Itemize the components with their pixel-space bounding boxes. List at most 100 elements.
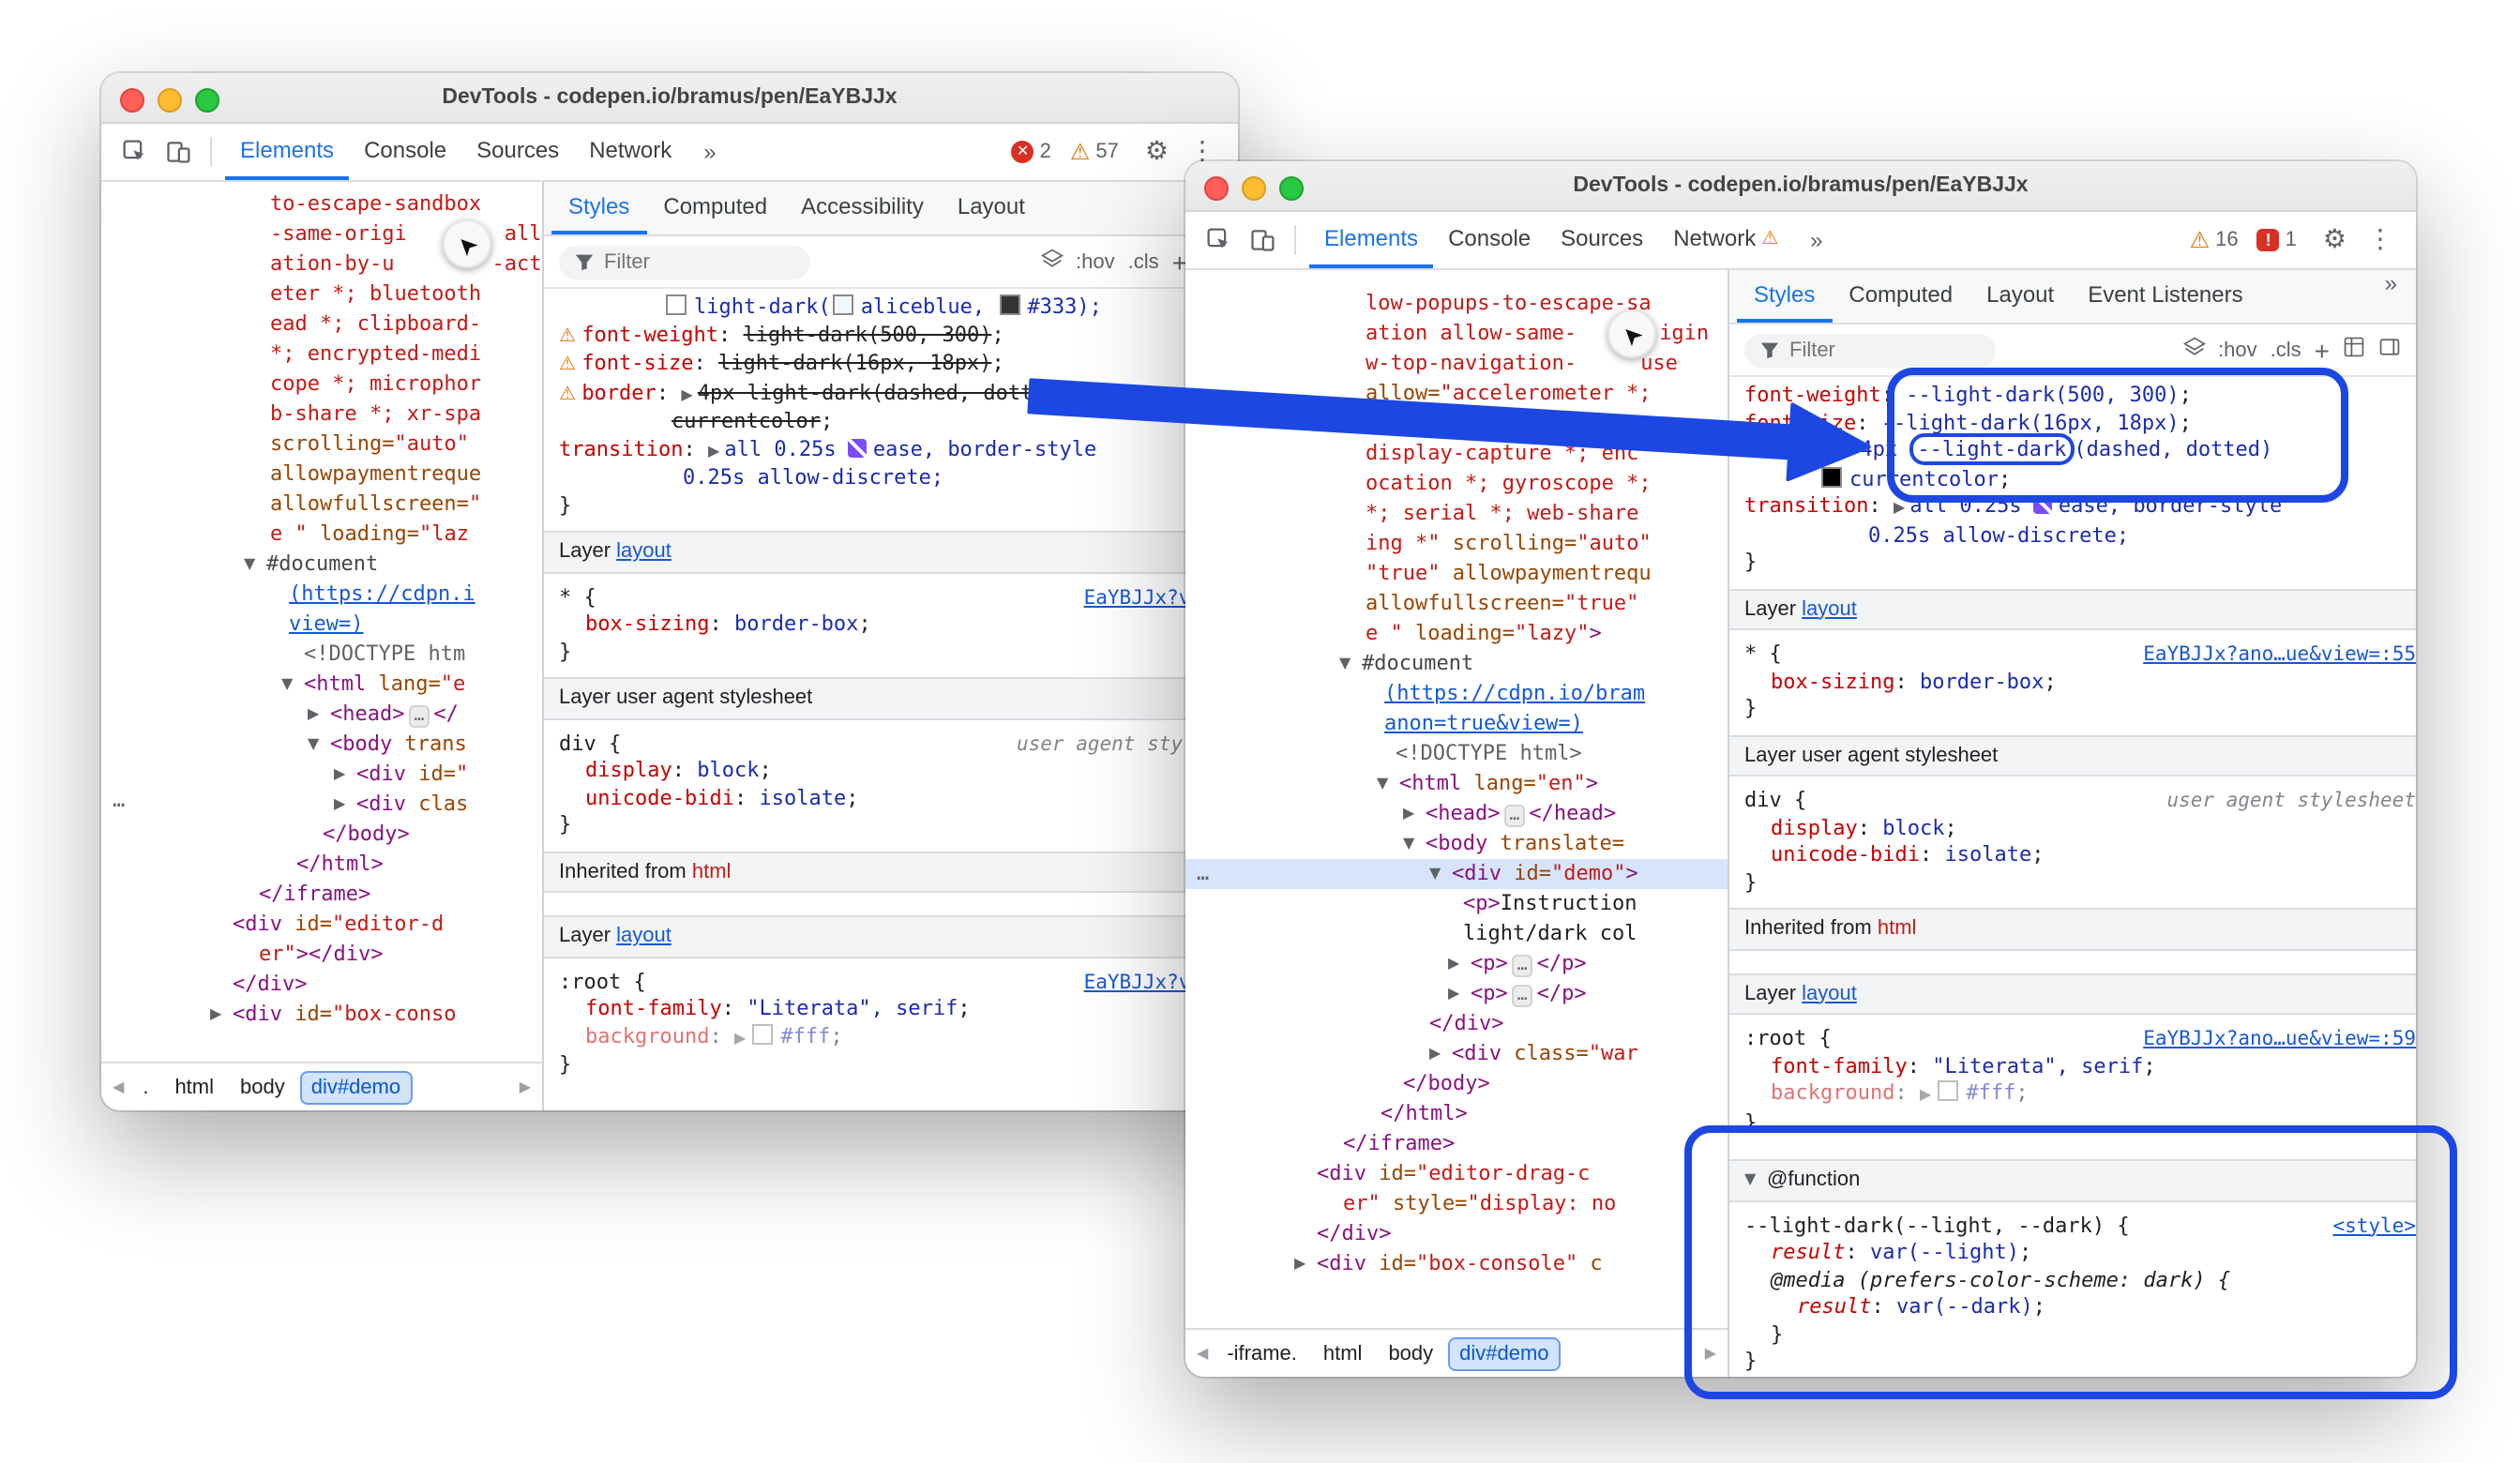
issues-badge[interactable]: ! 1 (2257, 229, 2297, 251)
code-line[interactable]: er"></div> (101, 940, 542, 970)
zoom-button[interactable] (195, 87, 219, 112)
stylesheet-source-link[interactable]: <style> (2332, 1213, 2416, 1240)
code-line[interactable]: <!DOCTYPE html> (1185, 739, 1728, 769)
code-line[interactable]: b-share *; xr-spa (101, 400, 542, 430)
inherited-node-link[interactable]: html (1878, 917, 1917, 940)
styles-filter[interactable] (1744, 333, 1996, 367)
code-line[interactable]: transition: ▶ all 0.25s ease, border-sty… (1729, 493, 2416, 522)
code-line[interactable]: <p>Instruction (1185, 889, 1728, 919)
tab-accessibility[interactable]: Accessibility (784, 182, 941, 234)
code-line[interactable]: </div> (1185, 1219, 1728, 1249)
layer-link[interactable]: layout (616, 925, 671, 947)
code-line[interactable]: display-capture *; enc (1185, 439, 1728, 469)
code-line[interactable]: </body> (1185, 1069, 1728, 1099)
code-line[interactable]: background: ▶ #fff; (1729, 1080, 2416, 1109)
code-line[interactable]: *; serial *; web-share (1185, 499, 1728, 529)
code-line[interactable]: box-sizing: border-box; (1729, 669, 2416, 696)
document-url-link[interactable]: (https://cdpn.io/bram (1384, 681, 1645, 705)
tab-computed[interactable]: Computed (646, 182, 784, 234)
code-line[interactable]: ▼<html lang="e (101, 670, 542, 700)
code-line[interactable]: unicode-bidi: isolate; (1729, 842, 2416, 869)
code-line[interactable]: box-sizing: border-box; (544, 611, 1238, 639)
stylesheet-source-link[interactable]: EaYBJJx?ano…ue&view=:59 (2143, 1026, 2416, 1053)
code-line[interactable]: } (1729, 550, 2416, 577)
code-line[interactable]: font-family: "Literata", serif; (544, 996, 1238, 1023)
minimize-button[interactable] (158, 87, 182, 112)
code-line[interactable]: font-size: --light-dark(16px, 18px); (1729, 410, 2416, 437)
dock-sidebar-icon[interactable] (2378, 333, 2401, 367)
close-button[interactable] (1204, 175, 1229, 200)
more-panels-button[interactable]: » (692, 139, 727, 165)
settings-gear-icon[interactable]: ⚙ (1138, 137, 1176, 167)
code-line[interactable]: result: var(--light); (1729, 1240, 2416, 1267)
code-line[interactable]: background: ▶ #fff; (544, 1023, 1238, 1052)
section-header[interactable]: Layer layout (544, 915, 1238, 958)
titlebar[interactable]: DevTools - codepen.io/bramus/pen/EaYBJJx (1185, 161, 2416, 212)
code-line[interactable]: ▶<head>…</head> (1185, 799, 1728, 829)
element-states-icon[interactable] (2182, 333, 2205, 367)
section-header[interactable]: Layer layout (1729, 973, 2416, 1015)
breadcrumb-scroll-left-icon[interactable]: ◀ (1193, 1345, 1212, 1362)
breadcrumb-div#demo[interactable]: div#demo (1448, 1336, 1560, 1370)
section-header[interactable]: Inherited from html (1729, 908, 2416, 950)
code-line[interactable]: font-family: "Literata", serif; (1729, 1053, 2416, 1080)
code-line[interactable]: EaYBJJx?view=:root { (544, 969, 1238, 996)
tab-styles[interactable]: Styles (1737, 270, 1832, 323)
inherited-node-link[interactable]: html (692, 860, 732, 882)
console-warnings-badge[interactable]: ⚠ 16 (2190, 227, 2239, 253)
code-line[interactable]: light-dark(aliceblue, #333); (544, 294, 1238, 322)
code-line[interactable]: allowfullscreen=" (101, 490, 542, 520)
code-line[interactable]: ⚠ border: ▶ 4px light-dark(dashed, dotte… (544, 380, 1238, 409)
code-line[interactable]: ead *; clipboard- (101, 309, 542, 339)
tab-sources[interactable]: Sources (1546, 212, 1658, 268)
code-line[interactable]: ▼<body translate= (1185, 829, 1728, 859)
code-line[interactable]: ▶<div class="war (1185, 1039, 1728, 1069)
code-line[interactable]: (https://cdpn.io/bram (1185, 679, 1728, 709)
tab-console[interactable]: Console (1433, 212, 1546, 268)
code-line[interactable]: user agent stylesheetdiv { (1729, 788, 2416, 815)
code-line[interactable]: EaYBJJx?view=* { (544, 584, 1238, 611)
bezier-editor-icon[interactable] (2034, 495, 2053, 514)
section-header[interactable]: Layer layout (1729, 588, 2416, 630)
code-line[interactable]: allowpaymentreque (101, 460, 542, 490)
breadcrumb-body[interactable]: body (1377, 1336, 1444, 1370)
code-line[interactable]: currentcolor; (544, 409, 1238, 436)
code-line[interactable]: </html> (101, 850, 542, 880)
code-line[interactable]: } (544, 492, 1238, 520)
breadcrumb-div#demo[interactable]: div#demo (300, 1070, 412, 1104)
code-line[interactable]: } (544, 639, 1238, 666)
code-line[interactable]: font-weight: --light-dark(500, 300); (1729, 383, 2416, 410)
code-line[interactable]: (https://cdpn.i (101, 580, 542, 610)
code-line[interactable]: } (1729, 696, 2416, 723)
code-line[interactable]: user agent stylesheetdiv { (544, 731, 1238, 758)
code-line[interactable]: scrolling="auto" (101, 430, 542, 460)
code-line[interactable]: light/dark col (1185, 919, 1728, 949)
code-line[interactable]: </iframe> (1185, 1129, 1728, 1159)
document-url-link[interactable]: anon=true&view=) (1384, 711, 1583, 735)
code-line[interactable]: transition: ▶ all 0.25s ease, border-sty… (544, 436, 1238, 465)
toggle-class-button[interactable]: .cls (1128, 250, 1159, 273)
styles-filter-input[interactable] (1789, 339, 1939, 361)
tab-styles[interactable]: Styles (551, 182, 646, 234)
tab-layout[interactable]: Layout (1969, 270, 2071, 323)
styles-filter-input[interactable] (604, 250, 754, 273)
code-line[interactable]: ⚠ font-weight: light-dark(500, 300); (544, 322, 1238, 351)
code-line[interactable]: anon=true&view=) (1185, 709, 1728, 739)
tab-elements[interactable]: Elements (225, 124, 349, 180)
close-button[interactable] (120, 87, 144, 112)
section-header[interactable]: Layer layout (544, 531, 1238, 573)
device-toolbar-icon[interactable] (159, 133, 197, 171)
code-line[interactable]: EaYBJJx?ano…ue&view=:55* { (1729, 641, 2416, 669)
inspect-element-icon[interactable] (1200, 221, 1238, 259)
code-line[interactable]: *; encrypted-medi (101, 339, 542, 370)
element-states-icon[interactable] (1040, 245, 1063, 279)
more-panels-button[interactable]: » (1799, 227, 1833, 253)
section-header[interactable]: Inherited from html (544, 851, 1238, 893)
settings-gear-icon[interactable]: ⚙ (2316, 225, 2354, 255)
layer-link[interactable]: layout (1802, 597, 1857, 620)
code-line[interactable]: ▶<div id="box-conso (101, 1000, 542, 1030)
code-line[interactable]: <!DOCTYPE htm (101, 640, 542, 670)
tab-sources[interactable]: Sources (461, 124, 574, 180)
code-line[interactable]: ▼#document (1185, 649, 1728, 679)
code-line[interactable]: 0.25s allow-discrete; (544, 465, 1238, 492)
